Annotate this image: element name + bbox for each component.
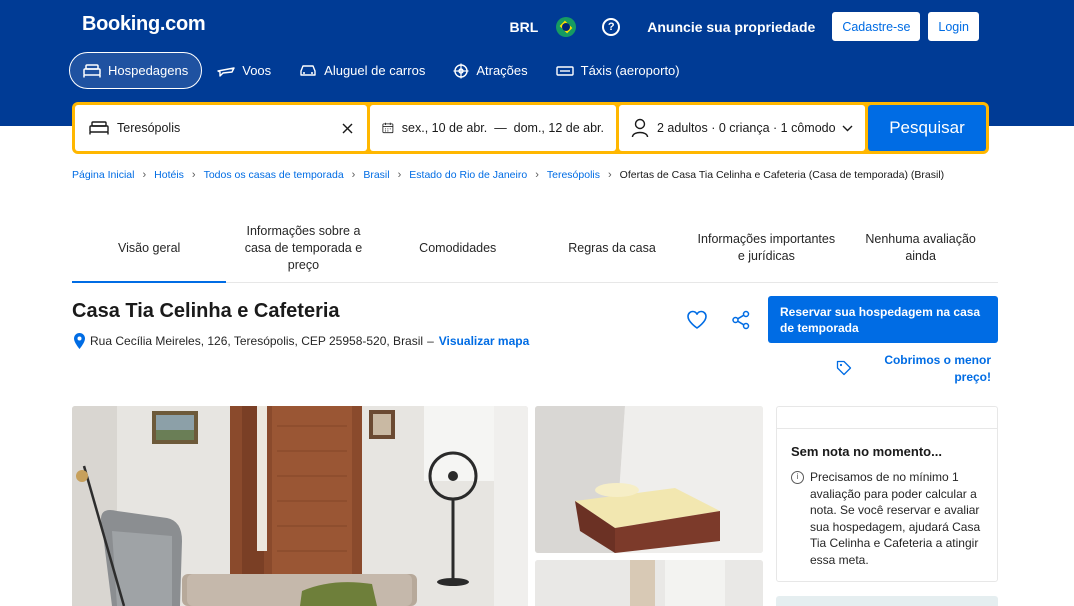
booking-logo[interactable]: Booking.com bbox=[82, 13, 206, 36]
tab-facilities[interactable]: Comodidades bbox=[381, 214, 535, 282]
currency-selector[interactable]: BRL bbox=[509, 19, 538, 35]
list-property-link[interactable]: Anuncie sua propriedade bbox=[647, 19, 815, 35]
guests-field[interactable]: 2 adultos · 0 criança · 1 cômodo bbox=[619, 105, 865, 151]
third-photo[interactable] bbox=[535, 560, 763, 606]
destination-input[interactable]: Teresópolis bbox=[117, 121, 342, 135]
clear-icon[interactable] bbox=[342, 123, 353, 134]
nav-stays-label: Hospedagens bbox=[108, 63, 189, 78]
header-actions: BRL ? Anuncie sua propriedade Cadastre-s… bbox=[509, 12, 979, 41]
help-icon[interactable]: ? bbox=[602, 17, 621, 36]
nav-attractions-label: Atrações bbox=[476, 63, 528, 78]
bedroom-image bbox=[535, 406, 763, 553]
nav-attractions[interactable]: Atrações bbox=[440, 52, 540, 89]
living-room-image bbox=[72, 406, 528, 606]
nav-airport-taxi-label: Táxis (aeroporto) bbox=[580, 63, 680, 78]
breadcrumb-home[interactable]: Página Inicial bbox=[72, 169, 134, 181]
nav-stays[interactable]: Hospedagens bbox=[69, 52, 203, 89]
calendar-icon bbox=[382, 122, 394, 134]
property-address: Rua Cecília Meireles, 126, Teresópolis, … bbox=[74, 333, 529, 349]
search-bar: Teresópolis sex., 10 de abr. — dom., 12 … bbox=[72, 102, 989, 154]
nav-car-rental-label: Aluguel de carros bbox=[324, 63, 426, 78]
breadcrumb-chevron-icon: › bbox=[608, 169, 612, 181]
tab-info-prices[interactable]: Informações sobre a casa de temporada e … bbox=[226, 214, 380, 282]
review-score-panel: Sem nota no momento... i Precisamos de n… bbox=[776, 406, 998, 582]
property-title: Casa Tia Celinha e Cafeteria bbox=[72, 300, 340, 322]
address-separator: – bbox=[427, 334, 434, 348]
guests-text: 2 adultos · 0 criança · 1 cômodo bbox=[657, 121, 836, 135]
info-icon: i bbox=[791, 471, 804, 484]
taxi-icon bbox=[555, 65, 574, 76]
nav-airport-taxi[interactable]: Táxis (aeroporto) bbox=[543, 52, 693, 89]
tab-reviews[interactable]: Nenhuma avaliação ainda bbox=[843, 214, 997, 282]
destination-field[interactable]: Teresópolis bbox=[75, 105, 367, 151]
map-preview[interactable] bbox=[776, 596, 998, 606]
chevron-down-icon bbox=[842, 125, 853, 131]
reserve-button[interactable]: Reservar sua hospedagem na casa de tempo… bbox=[768, 296, 998, 343]
date-field[interactable]: sex., 10 de abr. — dom., 12 de abr. bbox=[370, 105, 616, 151]
breadcrumb-chevron-icon: › bbox=[351, 169, 356, 181]
register-button[interactable]: Cadastre-se bbox=[832, 12, 921, 41]
nav-flights-label: Voos bbox=[242, 63, 272, 78]
login-button[interactable]: Login bbox=[928, 12, 979, 41]
breadcrumb-holiday-homes[interactable]: Todos os casas de temporada bbox=[204, 169, 344, 181]
brazil-flag-icon[interactable] bbox=[556, 16, 577, 37]
breadcrumb-chevron-icon: › bbox=[191, 169, 196, 181]
score-title: Sem nota no momento... bbox=[791, 444, 942, 459]
main-nav: Hospedagens Voos Aluguel de carros Atraç… bbox=[69, 52, 695, 89]
price-match-link[interactable]: Cobrimos o menor preço! bbox=[870, 352, 991, 386]
bed-icon bbox=[89, 121, 109, 135]
attractions-icon bbox=[453, 63, 469, 78]
breadcrumb-chevron-icon: › bbox=[535, 169, 539, 181]
date-range-text: sex., 10 de abr. — dom., 12 de abr. bbox=[401, 121, 604, 135]
person-icon bbox=[631, 118, 649, 138]
breadcrumb-hotels[interactable]: Hotéis bbox=[154, 169, 184, 181]
car-icon bbox=[300, 64, 316, 76]
bedroom-photo[interactable] bbox=[535, 406, 763, 553]
price-tag-icon bbox=[836, 360, 852, 376]
main-photo[interactable] bbox=[72, 406, 528, 606]
nav-flights[interactable]: Voos bbox=[204, 52, 284, 89]
property-tabs: Visão geral Informações sobre a casa de … bbox=[72, 214, 998, 283]
search-button[interactable]: Pesquisar bbox=[868, 105, 986, 151]
show-map-link[interactable]: Visualizar mapa bbox=[439, 334, 530, 348]
share-icon[interactable] bbox=[731, 310, 751, 330]
score-panel-header bbox=[777, 407, 997, 429]
map-pin-icon bbox=[74, 333, 85, 349]
score-info: i Precisamos de no mínimo 1 avaliação pa… bbox=[791, 469, 985, 568]
breadcrumb-city[interactable]: Teresópolis bbox=[547, 169, 600, 181]
heart-icon[interactable] bbox=[686, 310, 708, 330]
breadcrumb: Página Inicial › Hotéis › Todos os casas… bbox=[72, 169, 944, 181]
tab-overview[interactable]: Visão geral bbox=[72, 214, 227, 283]
breadcrumb-chevron-icon: › bbox=[397, 169, 402, 181]
plane-icon bbox=[217, 66, 235, 77]
breadcrumb-country[interactable]: Brasil bbox=[363, 169, 389, 181]
breadcrumb-state[interactable]: Estado do Rio de Janeiro bbox=[409, 169, 527, 181]
breadcrumb-chevron-icon: › bbox=[142, 169, 147, 181]
nav-car-rental[interactable]: Aluguel de carros bbox=[286, 52, 438, 89]
score-info-text: Precisamos de no mínimo 1 avaliação para… bbox=[810, 470, 981, 567]
tab-house-rules[interactable]: Regras da casa bbox=[535, 214, 689, 282]
room-image bbox=[535, 560, 763, 606]
breadcrumb-current: Ofertas de Casa Tia Celinha e Cafeteria … bbox=[619, 169, 945, 181]
bed-icon bbox=[83, 63, 101, 77]
address-text: Rua Cecília Meireles, 126, Teresópolis, … bbox=[90, 334, 424, 348]
tab-legal-info[interactable]: Informações importantes e jurídicas bbox=[689, 214, 843, 282]
